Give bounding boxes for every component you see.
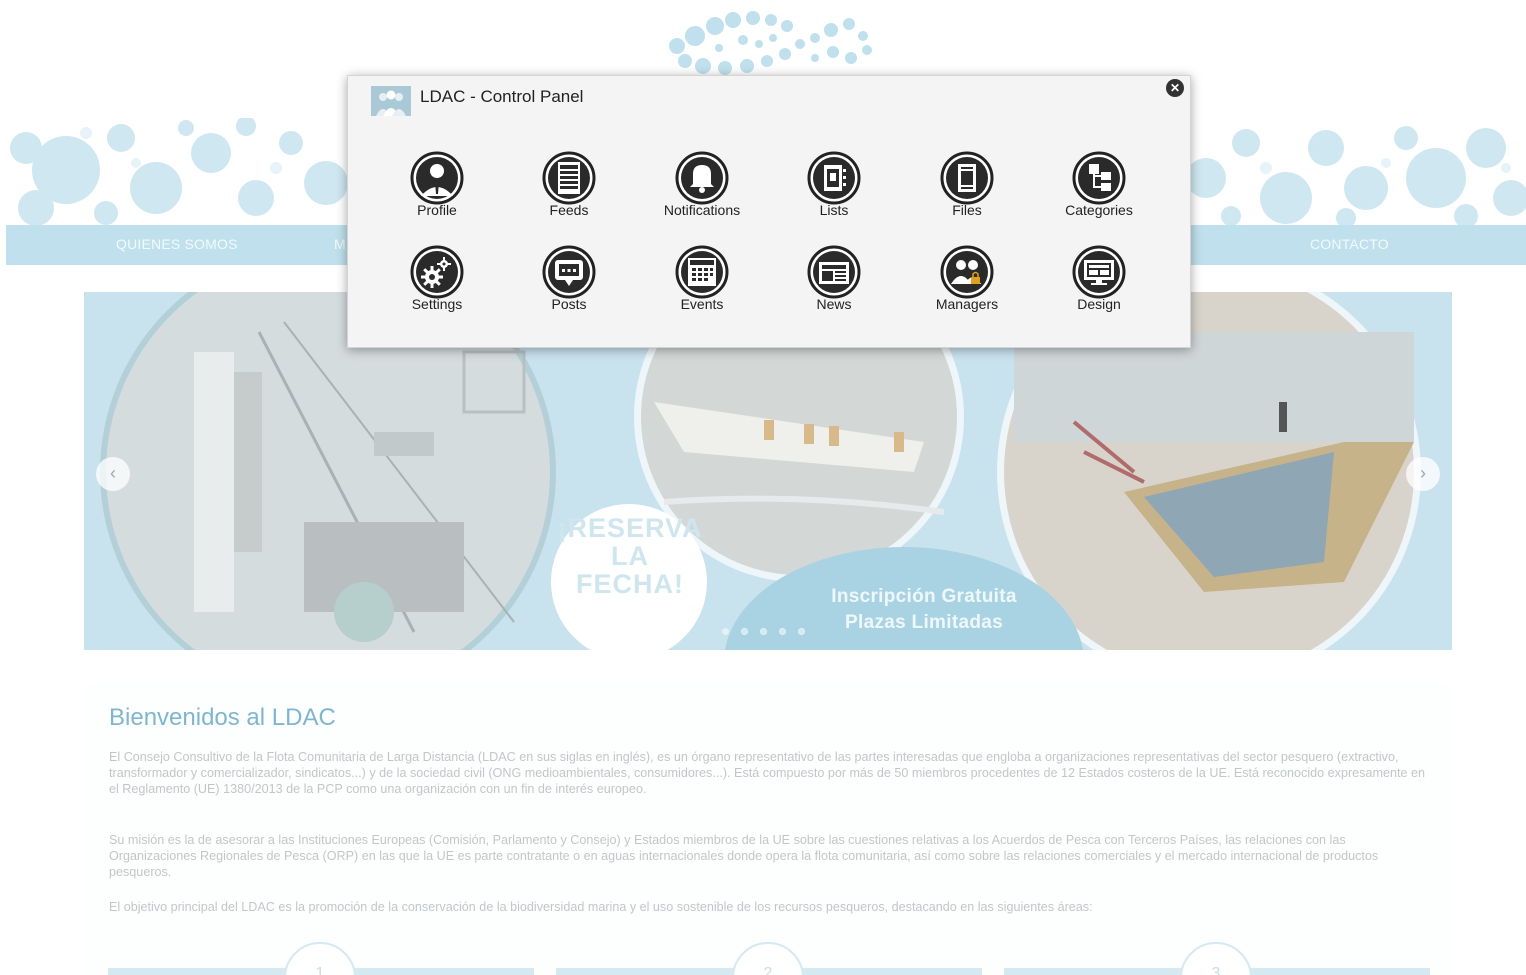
tile-label: Categories bbox=[1065, 202, 1133, 218]
tile-label: Notifications bbox=[663, 202, 741, 218]
reserva-fecha-text: ¡RESERVA LA FECHA! bbox=[544, 514, 716, 644]
welcome-section: Bienvenidos al LDAC El Consejo Consultiv… bbox=[84, 684, 1452, 975]
feeds-icon bbox=[542, 151, 596, 205]
welcome-paragraph-3: El objetivo principal del LDAC es la pro… bbox=[109, 900, 1093, 914]
gears-icon bbox=[410, 245, 464, 299]
slider-next-button[interactable]: › bbox=[1406, 457, 1440, 491]
posts-icon bbox=[542, 245, 596, 299]
lists-icon bbox=[807, 151, 861, 205]
slider-dot[interactable] bbox=[722, 628, 729, 635]
slider-dot[interactable] bbox=[779, 628, 786, 635]
slider-dot[interactable] bbox=[741, 628, 748, 635]
reserva-line-1: ¡RESERVA bbox=[557, 513, 703, 543]
tile-label: Events bbox=[680, 296, 724, 312]
tile-label: Posts bbox=[551, 296, 587, 312]
slider-prev-button[interactable]: ‹ bbox=[96, 457, 130, 491]
tile-settings[interactable]: Settings bbox=[382, 244, 492, 320]
area-number-2[interactable]: 2 bbox=[732, 942, 804, 975]
inscripcion-line-2: Plazas Limitadas bbox=[845, 612, 1003, 633]
nav-link-quienes-somos[interactable]: QUIENES SOMOS bbox=[116, 236, 238, 252]
panel-title: LDAC - Control Panel bbox=[420, 87, 584, 106]
tile-label: News bbox=[816, 296, 852, 312]
files-icon bbox=[940, 151, 994, 205]
tile-managers[interactable]: Managers bbox=[912, 244, 1022, 320]
calendar-icon bbox=[675, 245, 729, 299]
fish-logo bbox=[669, 11, 872, 75]
managers-icon bbox=[940, 245, 994, 299]
tile-label: Managers bbox=[935, 296, 999, 312]
slider-dots bbox=[722, 628, 805, 635]
tile-feeds[interactable]: Feeds bbox=[514, 150, 624, 226]
inscripcion-text: Inscripción Gratuita Plazas Limitadas bbox=[774, 584, 1074, 636]
control-panel-popup: LDAC - Control Panel ✕ Profile Feeds Not… bbox=[347, 75, 1191, 348]
welcome-title: Bienvenidos al LDAC bbox=[109, 704, 336, 731]
nav-link-contacto[interactable]: CONTACTO bbox=[1310, 236, 1389, 252]
bell-icon bbox=[675, 151, 729, 205]
area-number-3[interactable]: 3 bbox=[1180, 942, 1252, 975]
slider-dot[interactable] bbox=[760, 628, 767, 635]
tile-files[interactable]: Files bbox=[912, 150, 1022, 226]
area-number-1[interactable]: 1 bbox=[284, 942, 356, 975]
tile-label: Settings bbox=[411, 296, 463, 312]
ldac-group-logo-icon bbox=[371, 86, 411, 116]
tile-label: Lists bbox=[819, 202, 849, 218]
close-button[interactable]: ✕ bbox=[1166, 79, 1184, 97]
categories-icon bbox=[1072, 151, 1126, 205]
reserva-line-3: FECHA! bbox=[576, 569, 684, 599]
monitor-icon bbox=[1072, 245, 1126, 299]
welcome-paragraph-2: Su misión es la de asesorar a las Instit… bbox=[109, 833, 1379, 880]
tile-label: Design bbox=[1077, 296, 1121, 312]
nav-link-partial[interactable]: M bbox=[334, 236, 346, 252]
welcome-paragraph-1: El Consejo Consultivo de la Flota Comuni… bbox=[109, 750, 1425, 797]
tile-posts[interactable]: Posts bbox=[514, 244, 624, 320]
tile-label: Files bbox=[952, 202, 982, 218]
tile-news[interactable]: News bbox=[779, 244, 889, 320]
profile-icon bbox=[410, 151, 464, 205]
tile-design[interactable]: Design bbox=[1044, 244, 1154, 320]
inscripcion-line-1: Inscripción Gratuita bbox=[831, 586, 1017, 607]
tile-profile[interactable]: Profile bbox=[382, 150, 492, 226]
tile-events[interactable]: Events bbox=[647, 244, 757, 320]
newspaper-icon bbox=[807, 245, 861, 299]
slider-dot[interactable] bbox=[798, 628, 805, 635]
tile-lists[interactable]: Lists bbox=[779, 150, 889, 226]
tile-label: Profile bbox=[417, 202, 457, 218]
tile-notifications[interactable]: Notifications bbox=[647, 150, 757, 226]
tile-label: Feeds bbox=[549, 202, 589, 218]
reserva-line-2: LA bbox=[611, 541, 649, 571]
tile-categories[interactable]: Categories bbox=[1044, 150, 1154, 226]
